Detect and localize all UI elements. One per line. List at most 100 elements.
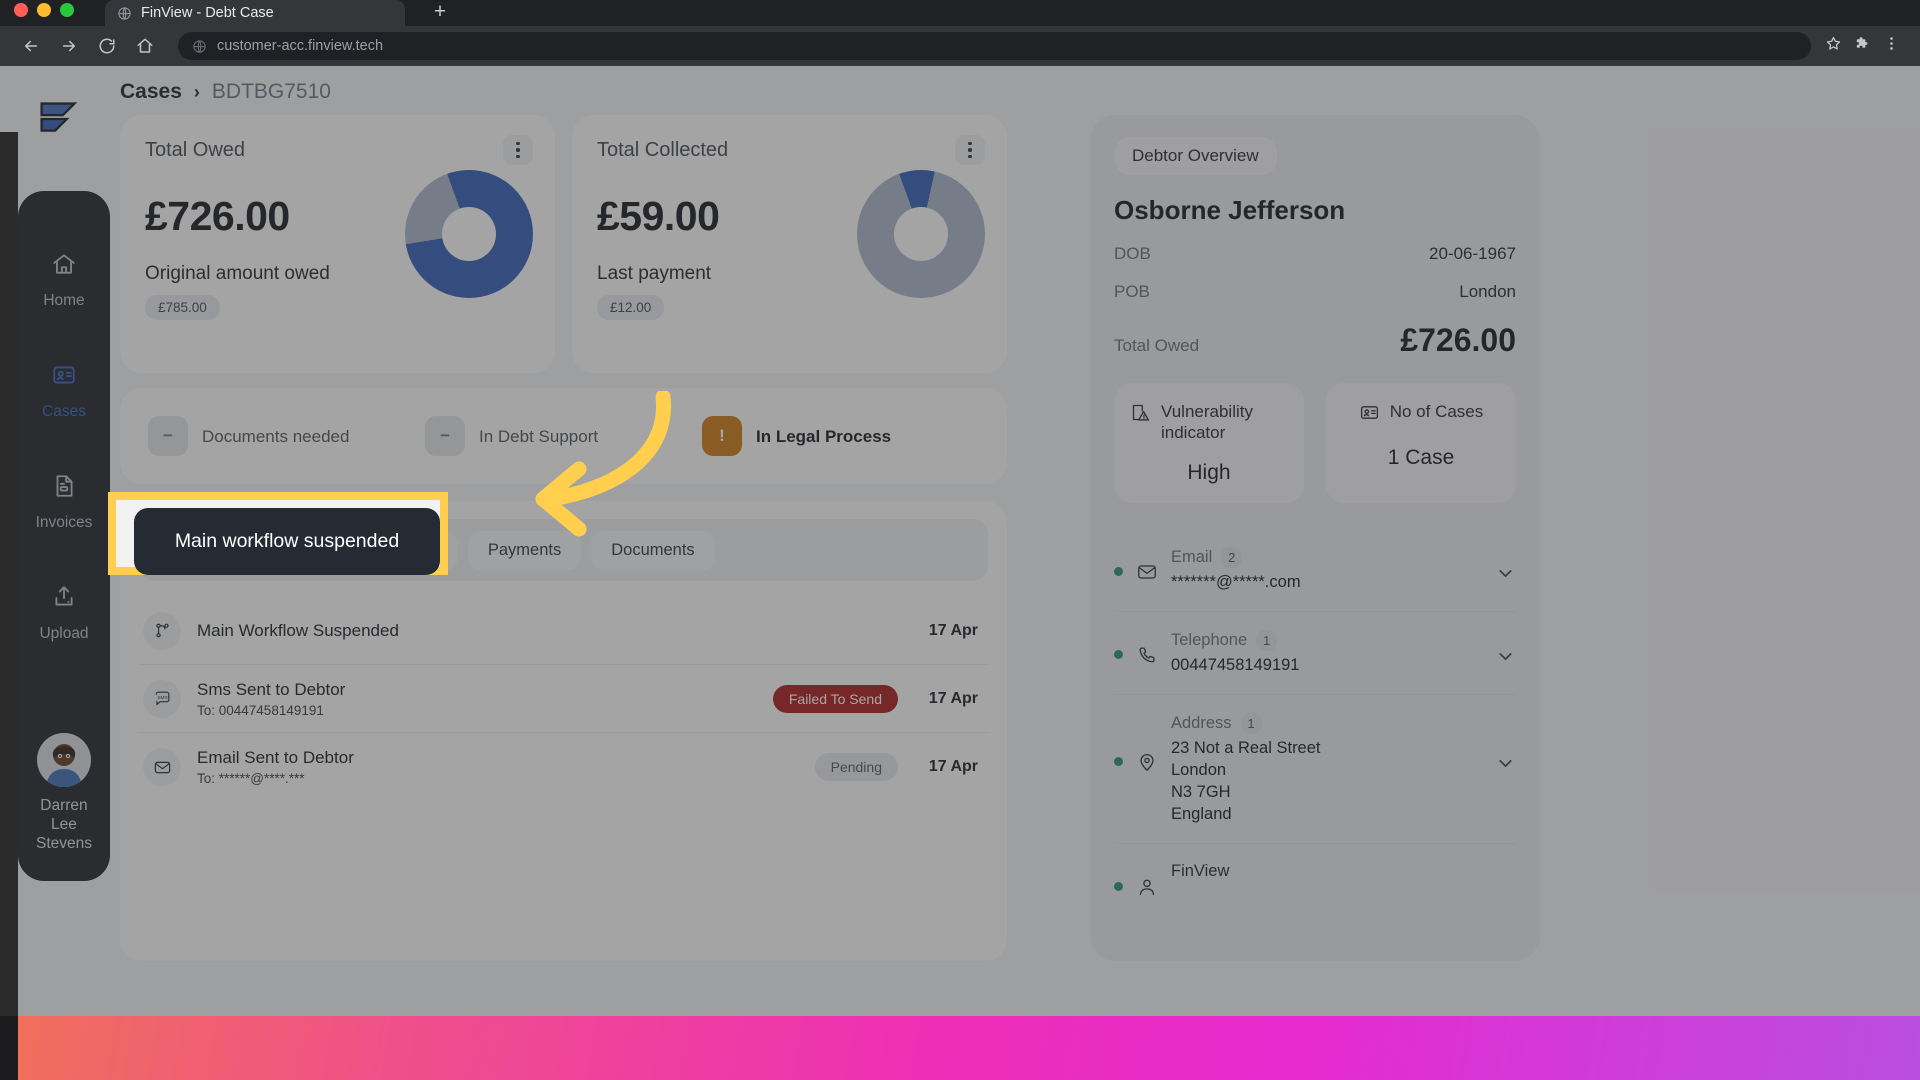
contact-label-row: Telephone 1 [1171,630,1482,651]
mini-card-value: 1 Case [1387,446,1455,469]
highlight-callout-inner: Main workflow suspended [116,500,440,575]
table-row[interactable]: Email Sent to Debtor To: ******@****.***… [139,733,988,801]
vulnerability-warning-icon [1130,401,1151,428]
screen: FinView - Debt Case + customer-acc.finvi… [0,0,1920,1080]
address-bar-url: customer-acc.finview.tech [217,38,384,54]
home-button[interactable] [128,29,162,63]
kpi-title: Total Collected [597,139,729,161]
location-pin-icon [1136,751,1158,773]
chevron-down-icon[interactable] [1495,646,1516,672]
browser-menu-icon[interactable] [1883,35,1900,57]
app-left-edge [0,132,18,1080]
contact-value: 00447458149191 [1171,656,1300,674]
minimize-window-button[interactable] [37,3,51,17]
sidebar-item-invoices[interactable]: Invoices [18,461,110,546]
annotation-arrow-icon [535,391,672,537]
back-button[interactable] [14,29,48,63]
field-label: DOB [1114,244,1151,263]
maximize-window-button[interactable] [60,3,74,17]
address-bar[interactable]: customer-acc.finview.tech [178,32,1811,60]
status-label: In Legal Process [756,426,892,446]
alert-exclamation-icon: ! [702,416,742,456]
kpi-amount: £726.00 [145,193,290,239]
sidebar-item-home[interactable]: Home [18,239,110,324]
chevron-down-icon[interactable] [1495,753,1516,779]
event-body: Email Sent to Debtor To: ******@****.*** [197,748,815,786]
email-envelope-icon [143,748,181,786]
status-badge: Pending [814,753,898,781]
reload-button[interactable] [90,29,124,63]
contact-row-finview[interactable]: FinView [1114,844,1516,916]
debtor-field-pob: POB London [1114,282,1516,302]
sidebar-item-label: Home [43,292,85,309]
vulnerability-indicator-card[interactable]: Vulnerability indicator High [1114,383,1304,503]
browser-tab[interactable]: FinView - Debt Case [105,0,405,26]
status-dot [1114,567,1123,576]
svg-text:SMS: SMS [157,695,167,701]
user-name-line-1: Darren [40,797,88,814]
person-icon [1136,876,1158,898]
chevron-right-icon: › [193,81,200,102]
contact-label: Address [1171,714,1232,732]
contact-body: FinView [1171,862,1516,881]
mini-card-head: Vulnerability indicator [1130,401,1288,443]
bookmark-star-icon[interactable] [1825,35,1842,57]
mini-card-value: High [1187,461,1231,484]
status-in-legal-process[interactable]: ! In Legal Process [702,416,979,456]
upload-icon [51,584,77,615]
mini-card-title: No of Cases [1389,402,1484,421]
highlight-callout-box: Main workflow suspended [108,492,448,575]
new-tab-button[interactable]: + [425,0,455,24]
debtor-total-owed: Total Owed £726.00 [1114,322,1516,359]
contact-row-address[interactable]: Address 1 23 Not a Real Street London N3… [1114,695,1516,844]
debtor-overview-panel: Debtor Overview Osborne Jefferson DOB 20… [1090,115,1540,961]
tooltip-text: Main workflow suspended [174,530,400,552]
status-documents-needed[interactable]: − Documents needed [148,416,425,456]
breadcrumb: Cases › BDTBG7510 [120,80,331,104]
window-traffic-lights[interactable] [14,3,74,17]
table-row[interactable]: Main Workflow Suspended 17 Apr [139,597,988,665]
kpi-pill: £785.00 [145,295,220,320]
sidebar-item-upload[interactable]: Upload [18,572,110,657]
extensions-puzzle-icon[interactable] [1854,35,1871,57]
mini-card-head: No of Cases [1342,401,1500,428]
workflow-branch-icon [143,611,181,650]
event-date: 17 Apr [928,621,978,639]
field-value: £726.00 [1400,322,1516,358]
event-date: 17 Apr [928,758,978,775]
kpi-card-total-owed: Total Owed £726.00 Original amount owed … [120,115,555,373]
no-of-cases-card[interactable]: No of Cases 1 Case [1326,383,1516,503]
browser-chrome: FinView - Debt Case + customer-acc.finvi… [0,0,1920,66]
contact-row-email[interactable]: Email 2 *******@*****.com [1114,529,1516,612]
events-list: Main Workflow Suspended 17 Apr SMS Sms S… [139,597,988,801]
contact-label-row: Address 1 [1171,713,1482,734]
card-menu-button[interactable] [503,135,533,165]
field-label: Total Owed [1114,336,1200,355]
breadcrumb-root[interactable]: Cases [120,80,182,104]
chevron-down-icon[interactable] [1495,563,1516,589]
id-card-icon [51,362,77,393]
sidebar-item-cases[interactable]: Cases [18,350,110,435]
event-title: Sms Sent to Debtor [197,679,346,699]
table-row[interactable]: SMS Sms Sent to Debtor To: 0044745814919… [139,665,988,733]
phone-icon [1136,644,1158,666]
card-menu-button[interactable] [955,135,985,165]
browser-tab-title: FinView - Debt Case [141,5,274,21]
contact-count-badge: 1 [1256,630,1278,651]
event-title: Email Sent to Debtor [197,748,354,767]
sidebar-user-name: Darren Lee Stevens [36,796,92,853]
event-detail: To: ******@****.*** [197,771,305,786]
sms-bubble-icon: SMS [143,679,181,718]
contact-label: FinView [1171,862,1230,880]
close-window-button[interactable] [14,3,28,17]
debtor-mini-cards: Vulnerability indicator High No of Cases… [1114,383,1516,503]
contact-row-telephone[interactable]: Telephone 1 00447458149191 [1114,612,1516,695]
email-envelope-icon [1136,561,1158,583]
sidebar-user[interactable]: Darren Lee Stevens [18,733,110,853]
breadcrumb-current: BDTBG7510 [211,80,331,103]
forward-button[interactable] [52,29,86,63]
finview-logo-icon[interactable] [30,90,88,148]
kpi-title: Total Owed [145,139,246,161]
status-dot [1114,650,1123,659]
event-body: Main Workflow Suspended [197,621,920,641]
